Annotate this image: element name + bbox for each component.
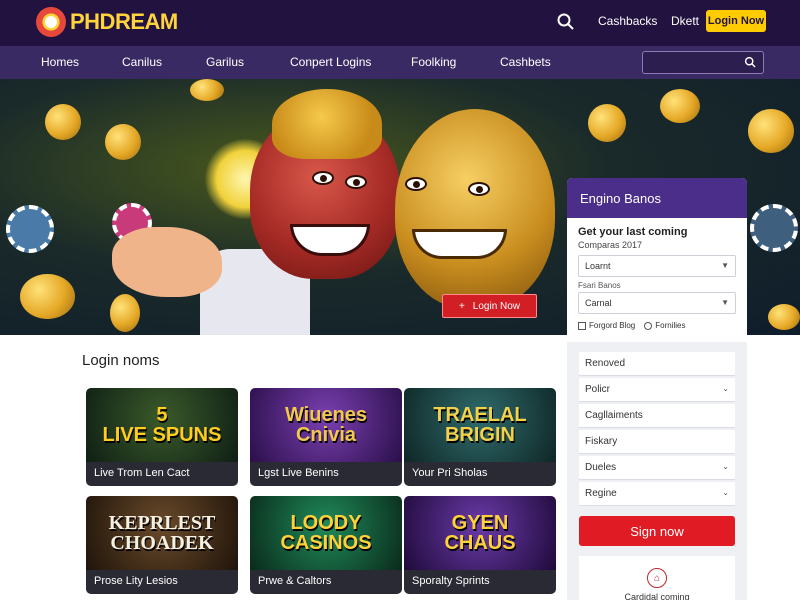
search-icon[interactable] bbox=[556, 12, 576, 32]
game-thumbnail: TRAELAL BRIGIN bbox=[404, 388, 556, 462]
game-title: Prwe & Caltors bbox=[250, 570, 402, 594]
search-icon[interactable] bbox=[744, 56, 757, 69]
login-now-button[interactable]: Login Now bbox=[706, 10, 766, 32]
game-card[interactable]: 5 LIVE SPUNS Live Trom Len Cact bbox=[86, 388, 238, 486]
game-art-text: KEPRLEST CHOADEK bbox=[108, 512, 216, 554]
coin-icon bbox=[768, 304, 800, 330]
character-hat bbox=[272, 89, 382, 159]
sign-now-button[interactable]: Sign now bbox=[579, 516, 735, 546]
first-select[interactable]: Loarnt ▼ bbox=[578, 255, 736, 277]
gold-character bbox=[395, 109, 555, 309]
coin-icon bbox=[748, 109, 794, 153]
section-title: Login noms bbox=[82, 352, 160, 369]
menu-item-label: Policr bbox=[585, 384, 611, 395]
chevron-down-icon: ▼ bbox=[721, 298, 729, 307]
login-panel: Engino Banos Get your last coming Compar… bbox=[567, 178, 747, 342]
menu-item-cagllaiments[interactable]: Cagllaiments bbox=[579, 404, 735, 428]
chevron-down-icon: ⌄ bbox=[722, 488, 729, 497]
menu-item-fiskary[interactable]: Fiskary bbox=[579, 430, 735, 454]
radio-label: Fornilies bbox=[655, 321, 686, 330]
character-eye bbox=[312, 171, 334, 185]
menu-item-label: Renoved bbox=[585, 358, 626, 369]
top-link-dkett[interactable]: Dkett bbox=[671, 14, 699, 28]
character-eye bbox=[468, 182, 490, 196]
coin-icon bbox=[660, 89, 700, 123]
nav-search-input[interactable] bbox=[642, 51, 764, 74]
menu-item-label: Regine bbox=[585, 488, 617, 499]
home-icon: ⌂ bbox=[647, 568, 667, 588]
character-eye bbox=[345, 175, 367, 189]
character-mouth bbox=[412, 229, 507, 259]
game-thumbnail: GYEN CHAUS bbox=[404, 496, 556, 570]
character-hand bbox=[112, 227, 222, 297]
second-select[interactable]: Carnal ▼ bbox=[578, 292, 736, 314]
game-card[interactable]: Wiuenes Cnivia Lgst Live Benins bbox=[250, 388, 402, 486]
chevron-down-icon: ⌄ bbox=[722, 384, 729, 393]
coin-icon bbox=[110, 294, 140, 332]
coming-text: Cardidal coming bbox=[624, 592, 690, 600]
game-title: Live Trom Len Cact bbox=[86, 462, 238, 486]
coin-icon bbox=[588, 104, 626, 142]
plus-icon: + bbox=[458, 300, 465, 312]
game-card[interactable]: GYEN CHAUS Sporalty Sprints bbox=[404, 496, 556, 594]
brand-name: PHDREAM bbox=[70, 9, 178, 34]
panel-title: Get your last coming bbox=[578, 226, 688, 238]
coin-icon bbox=[190, 79, 224, 101]
game-thumbnail: LOODY CASINOS bbox=[250, 496, 402, 570]
game-title: Prose Lity Lesios bbox=[86, 570, 238, 594]
coming-box: ⌂ Cardidal coming bbox=[579, 556, 735, 600]
chevron-down-icon: ⌄ bbox=[722, 462, 729, 471]
nav-item-canilus[interactable]: Canilus bbox=[122, 55, 162, 69]
game-thumbnail: 5 LIVE SPUNS bbox=[86, 388, 238, 462]
game-title: Lgst Live Benins bbox=[250, 462, 402, 486]
coin-icon bbox=[105, 124, 141, 160]
menu-item-label: Cagllaiments bbox=[585, 410, 643, 421]
game-art-text: GYEN CHAUS bbox=[444, 512, 516, 554]
coin-icon bbox=[20, 274, 75, 319]
menu-item-label: Dueles bbox=[585, 462, 617, 473]
checkbox[interactable] bbox=[578, 321, 586, 330]
nav-item-homes[interactable]: Homes bbox=[41, 55, 79, 69]
top-link-cashbacks[interactable]: Cashbacks bbox=[598, 14, 657, 28]
radio-button[interactable] bbox=[644, 321, 653, 330]
nav-item-garilus[interactable]: Garilus bbox=[206, 55, 244, 69]
main-nav: Homes Canilus Garilus Conpert Logins Foo… bbox=[0, 46, 800, 79]
menu-item-dueles[interactable]: Dueles ⌄ bbox=[579, 456, 735, 480]
hero-login-button[interactable]: + Login Now bbox=[442, 294, 537, 318]
brand-logo[interactable]: PHDREAM bbox=[36, 6, 178, 38]
chevron-down-icon: ▼ bbox=[721, 261, 729, 270]
casino-chip-icon bbox=[750, 204, 798, 252]
casino-chip-icon bbox=[6, 205, 54, 253]
options-panel: Renoved Policr ⌄ Cagllaiments Fiskary Du… bbox=[567, 342, 747, 600]
second-select-value: Carnal bbox=[585, 298, 612, 308]
game-card[interactable]: LOODY CASINOS Prwe & Caltors bbox=[250, 496, 402, 594]
menu-item-policr[interactable]: Policr ⌄ bbox=[579, 378, 735, 402]
game-thumbnail: KEPRLEST CHOADEK bbox=[86, 496, 238, 570]
checkbox-label: Forgord Blog bbox=[589, 321, 636, 330]
game-title: Your Pri Sholas bbox=[404, 462, 556, 486]
game-art-text: LOODY CASINOS bbox=[280, 512, 372, 554]
game-title: Sporalty Sprints bbox=[404, 570, 556, 594]
logo-icon bbox=[36, 7, 66, 37]
nav-item-conpert-logins[interactable]: Conpert Logins bbox=[290, 55, 371, 69]
game-card[interactable]: KEPRLEST CHOADEK Prose Lity Lesios bbox=[86, 496, 238, 594]
game-card[interactable]: TRAELAL BRIGIN Your Pri Sholas bbox=[404, 388, 556, 486]
game-art-text: Wiuenes Cnivia bbox=[284, 404, 368, 446]
first-select-value: Loarnt bbox=[585, 261, 611, 271]
top-bar: PHDREAM Cashbacks Dkett Login Now bbox=[0, 0, 800, 46]
menu-item-renoved[interactable]: Renoved bbox=[579, 352, 735, 376]
nav-item-foolking[interactable]: Foolking bbox=[411, 55, 456, 69]
panel-heading: Engino Banos bbox=[567, 178, 747, 218]
character-eye bbox=[405, 177, 427, 191]
menu-item-regine[interactable]: Regine ⌄ bbox=[579, 482, 735, 506]
panel-subtitle: Comparas 2017 bbox=[578, 240, 643, 250]
game-art-text: TRAELAL BRIGIN bbox=[433, 404, 527, 446]
game-thumbnail: Wiuenes Cnivia bbox=[250, 388, 402, 462]
coin-icon bbox=[45, 104, 81, 140]
nav-item-cashbets[interactable]: Cashbets bbox=[500, 55, 551, 69]
menu-item-label: Fiskary bbox=[585, 436, 618, 447]
game-art-text: 5 LIVE SPUNS bbox=[102, 404, 222, 446]
field-label: Fsari Banos bbox=[578, 281, 621, 290]
hero-login-label: Login Now bbox=[472, 300, 521, 312]
